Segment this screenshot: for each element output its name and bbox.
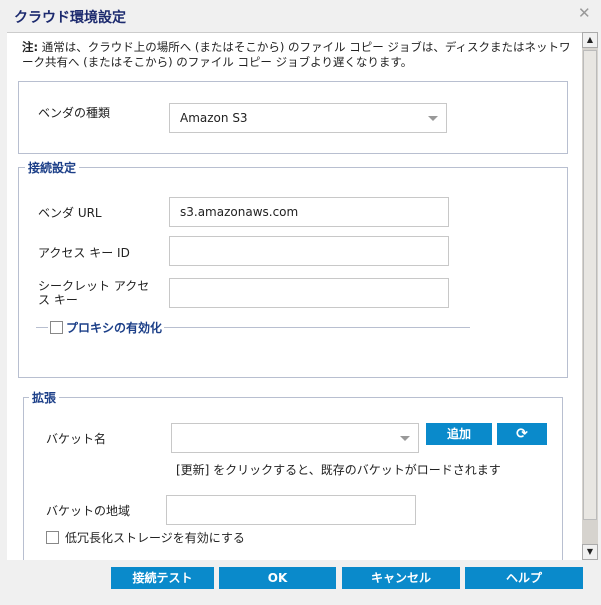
refresh-icon: ⟳: [516, 426, 528, 442]
advanced-legend: 拡張: [29, 389, 60, 406]
cancel-button[interactable]: キャンセル: [342, 567, 460, 589]
refresh-hint: [更新] をクリックすると、既存のバケットがロードされます: [176, 463, 501, 477]
chevron-down-icon: [428, 116, 438, 121]
rrs-label: 低冗長化ストレージを有効にする: [65, 531, 245, 545]
add-bucket-button[interactable]: 追加: [426, 423, 492, 445]
help-button[interactable]: ヘルプ: [465, 567, 583, 589]
scrollbar[interactable]: ▲ ▼: [582, 32, 598, 560]
proxy-checkbox[interactable]: [50, 321, 63, 334]
region-label: バケットの地域: [46, 504, 131, 518]
url-label: ベンダ URL: [38, 206, 102, 220]
secret-key-label: シークレット アクセス キー: [38, 279, 150, 307]
scroll-up-icon[interactable]: ▲: [582, 32, 598, 48]
vendor-label: ベンダの種類: [38, 106, 111, 120]
ok-button[interactable]: OK: [219, 567, 336, 589]
test-connection-button[interactable]: 接続テスト: [111, 567, 214, 589]
close-icon[interactable]: ✕: [578, 4, 591, 22]
connection-legend: 接続設定: [25, 159, 80, 176]
scroll-thumb[interactable]: [583, 50, 597, 520]
note-prefix: 注:: [22, 40, 39, 54]
access-key-input[interactable]: [169, 236, 449, 266]
note-body: 通常は、クラウド上の場所へ (またはそこから) のファイル コピー ジョブは、デ…: [22, 40, 571, 69]
proxy-label: プロキシの有効化: [66, 319, 163, 336]
proxy-toggle[interactable]: プロキシの有効化: [48, 319, 165, 336]
rrs-checkbox[interactable]: [46, 531, 59, 544]
url-input[interactable]: s3.amazonaws.com: [169, 197, 449, 227]
dialog-title: クラウド環境設定: [14, 10, 126, 26]
rrs-option[interactable]: 低冗長化ストレージを有効にする: [46, 529, 245, 546]
note-text: 注: 通常は、クラウド上の場所へ (またはそこから) のファイル コピー ジョブ…: [22, 40, 572, 70]
access-key-label: アクセス キー ID: [38, 246, 130, 260]
vendor-value: Amazon S3: [180, 111, 248, 125]
bucket-select[interactable]: [171, 423, 419, 453]
region-input[interactable]: [166, 495, 416, 525]
secret-key-input[interactable]: [169, 278, 449, 308]
bucket-label: バケット名: [46, 432, 107, 446]
chevron-down-icon: [400, 436, 410, 441]
scroll-down-icon[interactable]: ▼: [582, 544, 598, 560]
refresh-button[interactable]: ⟳: [497, 423, 547, 445]
vendor-select[interactable]: Amazon S3: [169, 103, 447, 133]
